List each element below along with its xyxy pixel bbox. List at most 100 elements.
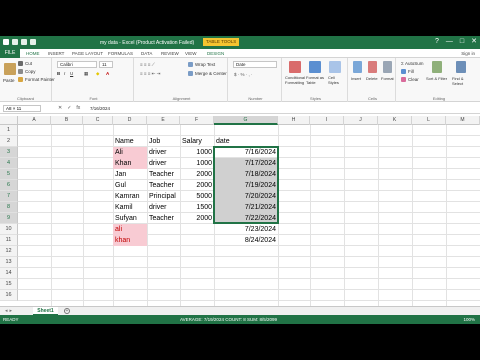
wrap-text-button[interactable]: Wrap Text [188,62,215,68]
column-header-k[interactable]: K [378,116,412,125]
salary-cell[interactable]: 1500 [180,202,214,213]
salary-cell[interactable]: 2000 [180,169,214,180]
formula-input[interactable]: 7/16/2024 [90,106,110,111]
format-cells-icon[interactable] [383,61,392,73]
align-left-icons[interactable]: ≡ ≡ ≡ ⇤ ⇥ [140,71,160,77]
number-format-icons[interactable]: $ · % · , · [234,72,253,77]
name-cell[interactable]: Ali [113,147,147,158]
job-cell[interactable]: Teacher [147,180,180,191]
column-header-f[interactable]: F [180,116,214,125]
row-header-14[interactable]: 14 [0,268,18,279]
header-cell-salary[interactable]: Salary [180,136,214,147]
save-icon[interactable] [12,39,18,45]
enter-icon[interactable]: ✓ [67,105,71,111]
salary-cell[interactable]: 2000 [180,213,214,224]
font-size-select[interactable]: 11 [99,61,113,68]
salary-cell[interactable]: 2000 [180,180,214,191]
column-header-a[interactable]: A [18,116,51,125]
cell-styles-icon[interactable] [329,61,341,73]
name-cell[interactable]: Jan [113,169,147,180]
delete-cells-icon[interactable] [368,61,377,73]
tab-review[interactable]: REVIEW [161,51,179,56]
name-cell[interactable]: Khan [113,158,147,169]
tab-home[interactable]: HOME [26,51,40,56]
row-header-3[interactable]: 3 [0,147,18,158]
format-as-table-button[interactable]: Format as Table [306,75,326,85]
column-header-b[interactable]: B [51,116,83,125]
minimize-button[interactable]: — [446,38,453,46]
tab-design[interactable]: DESIGN [207,51,224,56]
maximize-button[interactable]: □ [460,38,464,46]
spreadsheet-grid[interactable]: 1 2 3 4 5 6 7 8 9 10 11 12 13 14 15 16 N… [0,125,480,317]
tab-file[interactable]: FILE [0,49,20,58]
cut-button[interactable]: Cut [18,61,32,67]
row-header-7[interactable]: 7 [0,191,18,202]
insert-button[interactable]: Insert [351,76,361,81]
underline-button[interactable]: U [70,71,73,76]
salary-cell[interactable]: 5000 [180,191,214,202]
font-name-select[interactable]: Calibri [57,61,97,68]
job-cell[interactable]: Teacher [147,213,180,224]
clear-button[interactable]: Clear [401,77,419,83]
undo-icon[interactable] [21,39,27,45]
autosum-button[interactable]: Σ AutoSum [401,61,424,66]
column-header-h[interactable]: H [278,116,310,125]
row-header-4[interactable]: 4 [0,158,18,169]
delete-button[interactable]: Delete [366,76,378,81]
select-all-corner[interactable] [0,116,18,125]
fx-icon[interactable]: fx [76,105,80,111]
tab-formulas[interactable]: FORMULAS [108,51,133,56]
header-cell-job[interactable]: Job [147,136,180,147]
row-header-8[interactable]: 8 [0,202,18,213]
format-as-table-icon[interactable] [309,61,321,73]
job-cell[interactable]: driver [147,158,180,169]
column-header-d[interactable]: D [113,116,147,125]
row-header-15[interactable]: 15 [0,279,18,290]
date-cell[interactable]: 8/24/2024 [214,235,278,246]
format-button[interactable]: Format [381,76,394,81]
header-cell-name[interactable]: Name [113,136,147,147]
row-header-1[interactable]: 1 [0,125,18,136]
tab-insert[interactable]: INSERT [48,51,64,56]
column-header-j[interactable]: J [344,116,378,125]
conditional-formatting-button[interactable]: Conditional Formatting [285,75,305,85]
bold-button[interactable]: B [57,71,60,76]
close-button[interactable]: ✕ [471,38,477,46]
paste-button[interactable]: Paste [3,78,15,83]
job-cell[interactable]: driver [147,147,180,158]
name-cell[interactable]: Gul [113,180,147,191]
name-cell[interactable]: Kamil [113,202,147,213]
name-cell[interactable]: khan [113,235,147,246]
salary-cell[interactable]: 1000 [180,147,214,158]
merge-center-button[interactable]: Merge & Center [188,71,227,77]
column-header-l[interactable]: L [412,116,446,125]
name-cell[interactable]: Sufyan [113,213,147,224]
row-header-16[interactable]: 16 [0,290,18,301]
insert-cells-icon[interactable] [353,61,362,73]
tab-view[interactable]: VIEW [185,51,197,56]
column-header-m[interactable]: M [446,116,480,125]
column-header-g[interactable]: G [214,116,278,125]
format-painter-button[interactable]: Format Painter [18,77,55,83]
row-header-13[interactable]: 13 [0,257,18,268]
row-header-2[interactable]: 2 [0,136,18,147]
job-cell[interactable]: driver [147,202,180,213]
italic-button[interactable]: I [64,71,65,76]
help-button[interactable]: ? [435,38,439,46]
fill-color-icon[interactable]: ◆ [96,71,99,77]
font-color-icon[interactable]: A [106,71,109,76]
salary-cell[interactable]: 1000 [180,158,214,169]
paste-icon[interactable] [4,63,16,75]
column-header-c[interactable]: C [83,116,113,125]
cell-styles-button[interactable]: Cell Styles [328,75,346,85]
sheet-nav-arrows[interactable]: ◂▸ [5,308,14,314]
find-select-icon[interactable] [456,61,466,73]
name-box[interactable]: A8 × 11 [3,105,41,112]
row-header-9[interactable]: 9 [0,213,18,224]
date-cell[interactable]: 7/23/2024 [214,224,278,235]
find-select-button[interactable]: Find & Select [452,76,474,86]
fill-button[interactable]: Fill [401,69,414,75]
conditional-formatting-icon[interactable] [289,61,301,73]
align-top-icons[interactable]: ≡ ≡ ≡ ⟋ [140,62,155,67]
row-header-5[interactable]: 5 [0,169,18,180]
